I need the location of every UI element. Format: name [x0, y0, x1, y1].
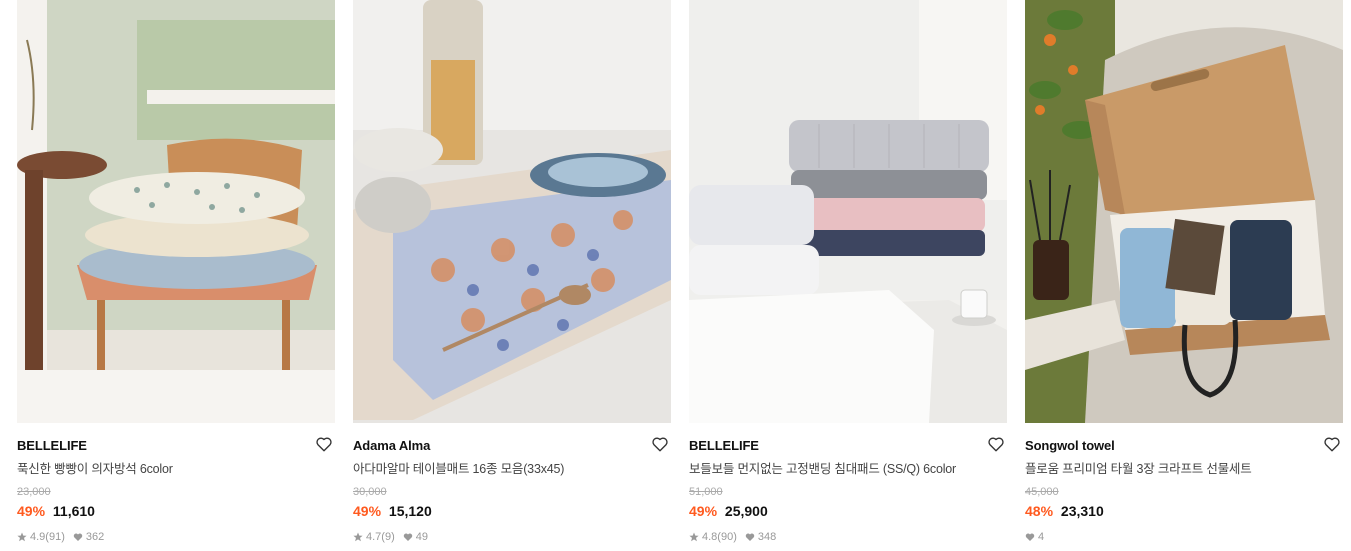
original-price: 30,000: [353, 486, 387, 498]
sale-price: 15,120: [388, 503, 432, 519]
discount-rate: 49%: [353, 503, 382, 519]
like-count: 348: [757, 531, 777, 543]
product-card[interactable]: BELLELIFE 보들보들 먼지없는 고정밴딩 침대패드 (SS/Q) 6co…: [689, 0, 1007, 544]
heart-icon[interactable]: [651, 435, 669, 453]
heart-icon[interactable]: [987, 435, 1005, 453]
heart-small-icon: [73, 532, 83, 542]
discount-rate: 49%: [17, 503, 46, 519]
like-count: 49: [415, 531, 428, 543]
rating-value: 4.8: [702, 531, 718, 543]
brand-name[interactable]: BELLELIFE: [689, 438, 1007, 454]
star-icon: [17, 532, 27, 542]
sale-price: 23,310: [1060, 503, 1104, 519]
product-card[interactable]: Adama Alma 아다마알마 테이블매트 16종 모음(33x45) 30,…: [353, 0, 671, 544]
star-icon: [689, 532, 699, 542]
product-image-bed-pad[interactable]: [689, 0, 1007, 423]
review-count: (90): [717, 531, 737, 543]
original-price: 51,000: [689, 486, 723, 498]
product-image-towel-gift-box[interactable]: [1025, 0, 1343, 423]
review-count: (91): [45, 531, 65, 543]
original-price: 45,000: [1025, 486, 1059, 498]
product-image-table-mat[interactable]: [353, 0, 671, 423]
sale-price: 11,610: [52, 503, 95, 519]
like-count: 362: [85, 531, 105, 543]
product-stats: 4: [1025, 530, 1343, 544]
product-card[interactable]: Songwol towel 플로움 프리미엄 타월 3장 크라프트 선물세트 4…: [1025, 0, 1343, 544]
product-title[interactable]: 플로움 프리미엄 타월 3장 크라프트 선물세트: [1025, 461, 1343, 477]
product-stats: 4.7 (9) 49: [353, 530, 671, 544]
product-stats: 4.9 (91) 362: [17, 530, 335, 544]
heart-small-icon: [745, 532, 755, 542]
like-count: 4: [1038, 531, 1045, 543]
product-grid: BELLELIFE 푹신한 빵빵이 의자방석 6color 23,000 49%…: [0, 0, 1351, 551]
brand-name[interactable]: Adama Alma: [353, 438, 671, 454]
original-price: 23,000: [17, 486, 51, 498]
star-icon: [353, 532, 363, 542]
heart-small-icon: [403, 532, 413, 542]
brand-name[interactable]: BELLELIFE: [17, 438, 335, 454]
product-title[interactable]: 푹신한 빵빵이 의자방석 6color: [17, 461, 335, 477]
heart-icon[interactable]: [1323, 435, 1341, 453]
discount-rate: 49%: [689, 503, 718, 519]
rating-value: 4.9: [30, 531, 46, 543]
heart-icon[interactable]: [315, 435, 333, 453]
heart-small-icon: [1025, 532, 1035, 542]
product-stats: 4.8 (90) 348: [689, 530, 1007, 544]
product-card[interactable]: BELLELIFE 푹신한 빵빵이 의자방석 6color 23,000 49%…: [17, 0, 335, 544]
product-title[interactable]: 아다마알마 테이블매트 16종 모음(33x45): [353, 461, 671, 477]
discount-rate: 48%: [1025, 503, 1054, 519]
product-title[interactable]: 보들보들 먼지없는 고정밴딩 침대패드 (SS/Q) 6color: [689, 461, 1007, 477]
sale-price: 25,900: [724, 503, 768, 519]
product-image-chair-cushion[interactable]: [17, 0, 335, 423]
brand-name[interactable]: Songwol towel: [1025, 438, 1343, 454]
review-count: (9): [381, 531, 395, 543]
rating-value: 4.7: [366, 531, 382, 543]
